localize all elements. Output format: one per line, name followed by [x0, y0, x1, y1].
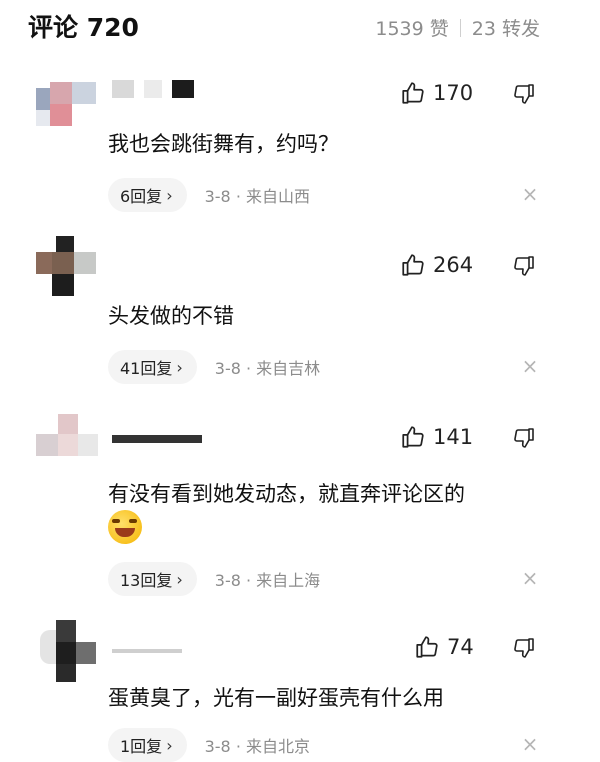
replies-label: 6回复: [120, 187, 163, 206]
chevron-right-icon: ›: [166, 185, 173, 205]
replies-label: 13回复: [120, 571, 173, 590]
masked-block: [112, 80, 134, 98]
like-button[interactable]: 264: [400, 252, 473, 278]
comment-item: 170 我也会跳街舞有，约吗？ 6回复 › 3-8 · 来自山西 ×: [0, 72, 600, 222]
comment-text: 头发做的不错: [108, 304, 234, 328]
comment-date-location: 3-8 · 来自吉林: [214, 359, 321, 378]
comment-meta: 13回复 › 3-8 · 来自上海: [108, 562, 320, 596]
replies-button[interactable]: 1回复 ›: [108, 728, 187, 762]
thumbs-up-icon: [416, 636, 438, 658]
like-count: 264: [433, 253, 474, 277]
close-icon[interactable]: ×: [520, 732, 540, 756]
thumbs-up-icon: [402, 254, 424, 276]
comment-date-location: 3-8 · 来自上海: [214, 571, 321, 590]
close-icon[interactable]: ×: [520, 566, 540, 590]
like-count: 74: [447, 635, 474, 659]
likes-count: 1539 赞: [375, 18, 449, 40]
username-masked[interactable]: [112, 78, 194, 100]
masked-block: [112, 649, 182, 653]
reposts-count: 23 转发: [471, 18, 540, 40]
comment-meta: 6回复 › 3-8 · 来自山西: [108, 178, 310, 212]
thumbs-up-icon: [402, 82, 424, 104]
avatar[interactable]: [36, 620, 102, 686]
comment-item: 74 蛋黄臭了，光有一副好蛋壳有什么用 1回复 › 3-8 · 来自北京 ×: [0, 620, 600, 762]
close-icon[interactable]: ×: [520, 182, 540, 206]
comment-text-block: 有没有看到她发动态，就直奔评论区的: [108, 478, 548, 544]
thumbs-down-icon: [514, 256, 534, 276]
masked-block: [112, 435, 202, 443]
avatar[interactable]: [36, 74, 102, 140]
dislike-button[interactable]: [512, 636, 536, 664]
close-icon[interactable]: ×: [520, 354, 540, 378]
dislike-button[interactable]: [512, 82, 536, 110]
chevron-right-icon: ›: [176, 569, 183, 589]
replies-button[interactable]: 41回复 ›: [108, 350, 197, 384]
like-button[interactable]: 74: [414, 634, 474, 660]
masked-block: [172, 80, 194, 98]
dislike-button[interactable]: [512, 426, 536, 454]
dislike-button[interactable]: [512, 254, 536, 282]
chevron-right-icon: ›: [166, 735, 173, 755]
comment-text: 我也会跳街舞有，约吗？: [108, 132, 339, 156]
username-masked[interactable]: [112, 422, 202, 444]
like-button[interactable]: 141: [400, 424, 473, 450]
like-count: 170: [433, 81, 474, 105]
avatar[interactable]: [36, 414, 102, 480]
chevron-right-icon: ›: [176, 357, 183, 377]
comment-text: 蛋黄臭了，光有一副好蛋壳有什么用: [108, 686, 444, 710]
replies-button[interactable]: 6回复 ›: [108, 178, 187, 212]
replies-label: 41回复: [120, 359, 173, 378]
comment-text: 有没有看到她发动态，就直奔评论区的: [108, 482, 465, 506]
thumbs-down-icon: [514, 428, 534, 448]
comment-meta: 1回复 › 3-8 · 来自北京: [108, 728, 310, 762]
like-button[interactable]: 170: [400, 80, 473, 106]
comments-title: 评论 720: [28, 13, 139, 42]
thumbs-down-icon: [514, 638, 534, 658]
avatar[interactable]: [36, 236, 102, 302]
comment-date-location: 3-8 · 来自山西: [204, 187, 310, 206]
like-count: 141: [433, 425, 474, 449]
laughing-emoji-icon: [108, 510, 142, 544]
comment-meta: 41回复 › 3-8 · 来自吉林: [108, 350, 320, 384]
username-masked[interactable]: [112, 632, 182, 654]
comment-item: 264 头发做的不错 41回复 › 3-8 · 来自吉林 ×: [0, 236, 600, 394]
thumbs-up-icon: [402, 426, 424, 448]
comment-item: 141 有没有看到她发动态，就直奔评论区的 13回复 › 3-8 · 来自上海 …: [0, 414, 600, 606]
replies-button[interactable]: 13回复 ›: [108, 562, 197, 596]
comment-date-location: 3-8 · 来自北京: [204, 737, 310, 756]
masked-block: [144, 80, 162, 98]
stats-divider: [459, 18, 461, 37]
thumbs-down-icon: [514, 84, 534, 104]
replies-label: 1回复: [120, 737, 163, 756]
post-stats: 1539 赞 23 转发: [375, 14, 540, 41]
comments-header: 评论 720 1539 赞 23 转发: [0, 0, 600, 56]
